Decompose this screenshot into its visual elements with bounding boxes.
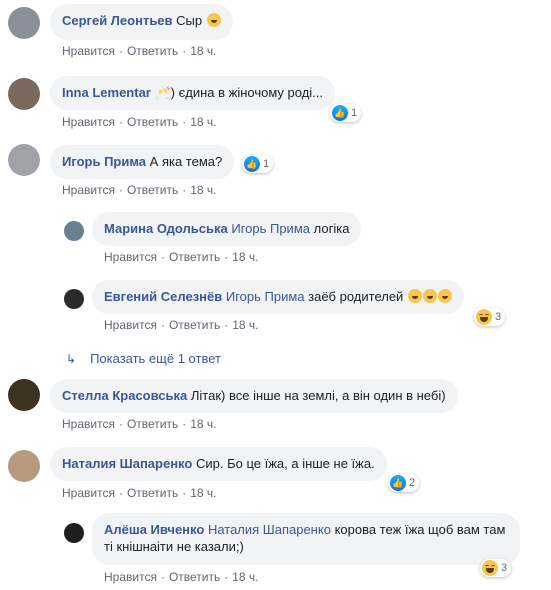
timestamp[interactable]: 18 ч. xyxy=(190,417,216,431)
grinning-emoji-icon xyxy=(206,13,221,27)
comment-author[interactable]: Марина Одольська xyxy=(104,221,228,236)
comment-text: заёб родителей xyxy=(308,289,404,304)
reply-link[interactable]: Ответить xyxy=(127,486,178,500)
haha-icon xyxy=(482,560,498,576)
reaction-count: 3 xyxy=(501,562,508,574)
comment-text: логіка xyxy=(313,221,350,236)
like-link[interactable]: Нравится xyxy=(62,486,115,500)
avatar[interactable] xyxy=(64,289,84,309)
reply-link[interactable]: Ответить xyxy=(169,570,220,584)
comment-author[interactable]: Стелла Красовська xyxy=(62,388,187,403)
show-more-label: Показать ещё 1 ответ xyxy=(90,351,221,366)
reaction-summary[interactable]: 3 xyxy=(480,559,512,577)
comment-author[interactable]: Игорь Прима xyxy=(62,154,146,169)
reaction-count: 2 xyxy=(409,477,416,489)
timestamp[interactable]: 18 ч. xyxy=(190,44,216,58)
avatar[interactable] xyxy=(8,379,40,411)
like-icon: 👍 xyxy=(244,156,260,172)
mention-link[interactable]: Игорь Прима xyxy=(226,289,305,304)
timestamp[interactable]: 18 ч. xyxy=(232,570,258,584)
comment-text: А яка тема? xyxy=(149,154,223,169)
like-link[interactable]: Нравится xyxy=(62,183,115,197)
comment-text: Літак) все інше на землі, а він один в н… xyxy=(190,388,446,403)
reaction-count: 1 xyxy=(351,107,358,119)
comment-bubble: Евгений Селезнёв Игорь Прима заёб родите… xyxy=(92,280,464,314)
reply-arrow-icon: ↳ xyxy=(66,352,77,366)
laughing-emoji-icon xyxy=(422,289,437,303)
like-link[interactable]: Нравится xyxy=(62,115,115,129)
reaction-summary[interactable]: 👍 2 xyxy=(388,474,420,492)
comment-actions: Нравится · Ответить · 18 ч. xyxy=(104,318,259,332)
like-icon: 👍 xyxy=(332,105,348,121)
comment-actions: Нравится · Ответить · 18 ч. xyxy=(104,570,259,584)
comment-author[interactable]: Евгений Селезнёв xyxy=(104,289,222,304)
avatar[interactable] xyxy=(64,221,84,241)
mention-link[interactable]: Наталия Шапаренко xyxy=(208,522,331,537)
avatar[interactable] xyxy=(8,144,40,176)
comment-author[interactable]: Алёша Ивченко xyxy=(104,522,204,537)
like-link[interactable]: Нравится xyxy=(62,44,115,58)
comment-bubble: Сергей Леонтьев Сыр xyxy=(50,4,233,40)
like-icon: 👍 xyxy=(390,475,406,491)
reaction-count: 3 xyxy=(495,311,502,323)
comment-actions: Нравится · Ответить · 18 ч. xyxy=(62,44,217,58)
comment-actions: Нравится · Ответить · 18 ч. xyxy=(62,417,217,431)
like-link[interactable]: Нравится xyxy=(104,318,157,332)
comment-actions: Нравится · Ответить · 18 ч. xyxy=(104,250,259,264)
comment-actions: Нравится · Ответить · 18 ч. xyxy=(62,183,217,197)
mention-link[interactable]: Игорь Прима xyxy=(231,221,310,236)
avatar[interactable] xyxy=(8,7,40,39)
avatar[interactable] xyxy=(8,78,40,110)
show-more-replies-link[interactable]: ↳ Показать ещё 1 ответ xyxy=(66,351,221,366)
timestamp[interactable]: 18 ч. xyxy=(232,318,258,332)
like-link[interactable]: Нравится xyxy=(62,417,115,431)
reply-link[interactable]: Ответить xyxy=(169,250,220,264)
comment-bubble: Алёша Ивченко Наталия Шапаренко корова т… xyxy=(92,513,520,565)
reaction-summary[interactable]: 👍 1 xyxy=(330,104,362,122)
comment-bubble: Игорь Прима А яка тема? xyxy=(50,145,235,179)
timestamp[interactable]: 18 ч. xyxy=(190,115,216,129)
reply-link[interactable]: Ответить xyxy=(127,115,178,129)
reaction-summary[interactable]: 3 xyxy=(474,308,506,326)
timestamp[interactable]: 18 ч. xyxy=(190,486,216,500)
comment-bubble: Стелла Красовська Літак) все інше на зем… xyxy=(50,379,458,413)
comment-author[interactable]: Сергей Леонтьев xyxy=(62,13,173,28)
comment-text: Сир. Бо це їжа, а інше не їжа. xyxy=(195,456,375,471)
comment-bubble: Марина Одольська Игорь Прима логіка xyxy=(92,212,362,246)
comment-author[interactable]: Наталия Шапаренко xyxy=(62,456,192,471)
reply-link[interactable]: Ответить xyxy=(127,183,178,197)
reaction-count: 1 xyxy=(263,158,270,170)
comment-actions: Нравится · Ответить · 18 ч. xyxy=(62,486,217,500)
like-link[interactable]: Нравится xyxy=(104,250,157,264)
haha-icon xyxy=(476,309,492,325)
comment-text: Сыр xyxy=(176,13,203,28)
avatar[interactable] xyxy=(8,450,40,482)
reaction-summary[interactable]: 👍 1 xyxy=(242,155,274,173)
reply-link[interactable]: Ответить xyxy=(169,318,220,332)
timestamp[interactable]: 18 ч. xyxy=(232,250,258,264)
reply-link[interactable]: Ответить xyxy=(127,44,178,58)
laughing-emoji-icon xyxy=(437,289,452,303)
reply-link[interactable]: Ответить xyxy=(127,417,178,431)
avatar[interactable] xyxy=(64,523,84,543)
comment-actions: Нравится · Ответить · 18 ч. xyxy=(62,115,217,129)
timestamp[interactable]: 18 ч. xyxy=(190,183,216,197)
laughing-emoji-icon xyxy=(407,289,422,303)
comment-bubble: Наталия Шапаренко Сир. Бо це їжа, а інше… xyxy=(50,447,387,481)
comment-text: 🥂) єдина в жіночому роді... xyxy=(154,85,324,100)
comment-bubble: Inna Lementar 🥂) єдина в жіночому роді..… xyxy=(50,76,336,110)
comment-author[interactable]: Inna Lementar xyxy=(62,85,151,100)
like-link[interactable]: Нравится xyxy=(104,570,157,584)
